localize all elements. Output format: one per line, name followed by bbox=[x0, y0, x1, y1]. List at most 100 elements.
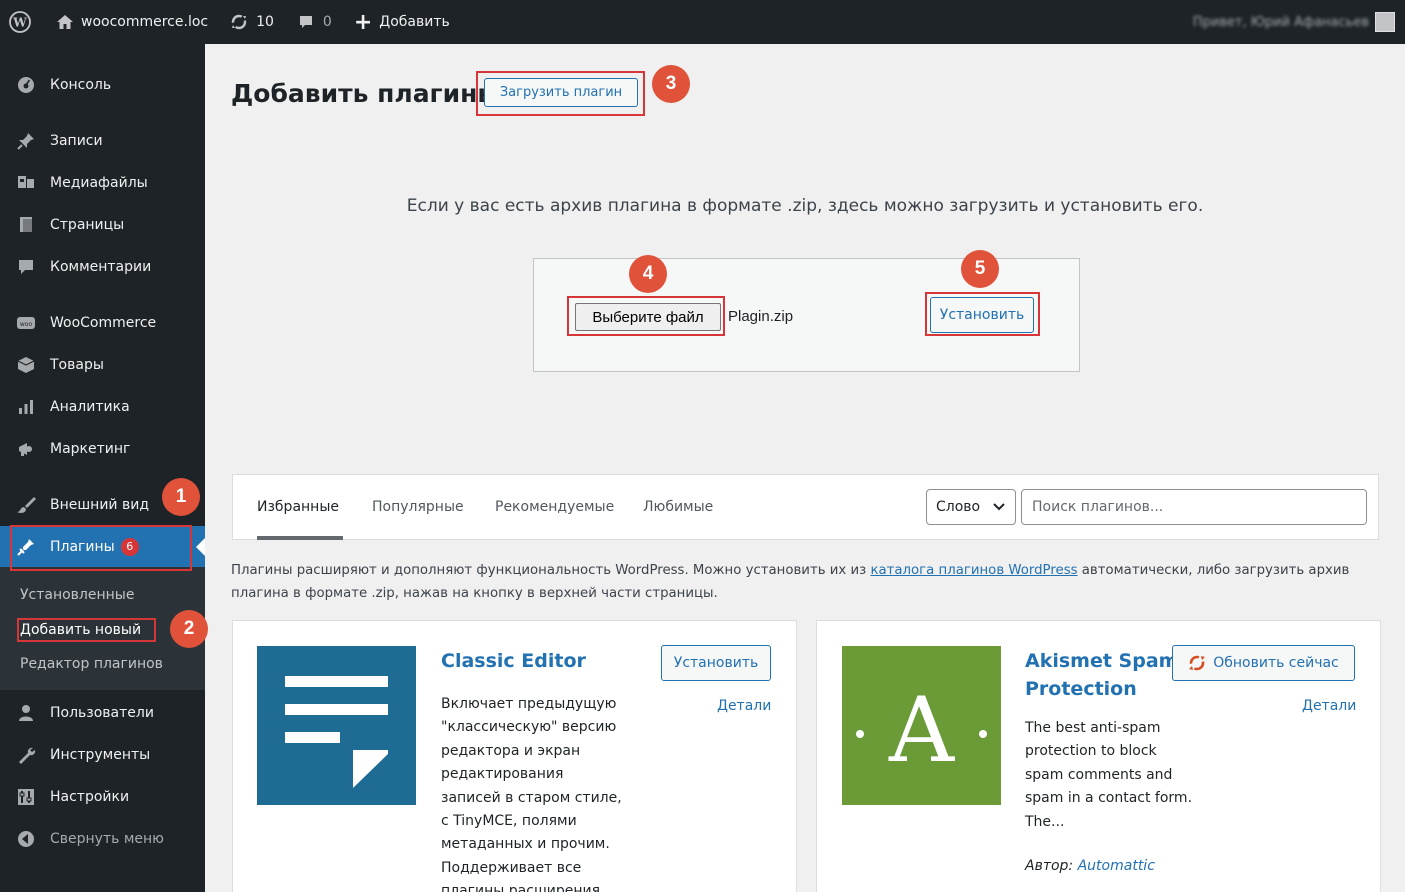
step-marker-3: 3 bbox=[652, 65, 690, 103]
sidebar-item-marketing[interactable]: Маркетинг bbox=[0, 428, 205, 470]
update-now-button[interactable]: Обновить сейчас bbox=[1172, 645, 1355, 681]
upload-description: Если у вас есть архив плагина в формате … bbox=[406, 196, 1204, 216]
sidebar-item-label: Консоль bbox=[50, 77, 112, 93]
sidebar-item-label: Записи bbox=[50, 133, 103, 149]
update-now-label: Обновить сейчас bbox=[1213, 655, 1339, 671]
sidebar-item-dashboard[interactable]: Консоль bbox=[0, 64, 205, 106]
plugin-title[interactable]: Akismet Spam Protection bbox=[1025, 647, 1178, 703]
step-marker-4: 4 bbox=[629, 255, 667, 293]
description-line: protection to block bbox=[1025, 743, 1157, 760]
plugin-card-classic-editor: Classic Editor Установить Детали Включае… bbox=[232, 620, 797, 892]
sidebar-item-label: Маркетинг bbox=[50, 441, 131, 457]
updates-count: 10 bbox=[256, 14, 274, 30]
sidebar-item-products[interactable]: Товары bbox=[0, 344, 205, 386]
sidebar-item-label: Медиафайлы bbox=[50, 175, 148, 191]
description-line: метаданных и прочим. bbox=[441, 836, 610, 853]
plugin-title[interactable]: Classic Editor bbox=[441, 647, 586, 675]
sidebar-item-tools[interactable]: Инструменты bbox=[0, 734, 205, 776]
sidebar-item-label: Страницы bbox=[50, 217, 125, 233]
classic-editor-thumbnail-icon[interactable] bbox=[257, 646, 416, 805]
sidebar-item-label: WooCommerce bbox=[50, 315, 157, 331]
sidebar-item-label: Товары bbox=[50, 357, 104, 373]
sidebar-collapse-button[interactable]: Свернуть меню bbox=[0, 818, 205, 860]
submenu-item-installed[interactable]: Установленные bbox=[20, 587, 134, 603]
sidebar-item-users[interactable]: Пользователи bbox=[0, 692, 205, 734]
description-line: Поддерживает все bbox=[441, 859, 582, 876]
svg-text:woo: woo bbox=[20, 321, 33, 328]
plugin-filter-bar: Избранные Популярные Рекомендуемые Любим… bbox=[232, 474, 1379, 540]
sidebar-item-media[interactable]: Медиафайлы bbox=[0, 162, 205, 204]
chevron-down-icon bbox=[992, 499, 1006, 517]
account-menu[interactable]: Привет, Юрий Афанасьев bbox=[1193, 0, 1395, 44]
users-icon bbox=[16, 703, 36, 723]
highlight-install bbox=[925, 292, 1040, 336]
search-type-select[interactable]: Слово bbox=[926, 489, 1016, 525]
analytics-icon bbox=[16, 397, 36, 417]
plugin-title-line: Protection bbox=[1025, 678, 1137, 700]
plugin-directory-link[interactable]: каталога плагинов WordPress bbox=[870, 563, 1077, 578]
step-marker-1: 1 bbox=[162, 478, 200, 516]
site-name-link[interactable]: woocommerce.loc bbox=[56, 0, 208, 44]
comment-icon bbox=[16, 257, 36, 277]
sidebar-item-woocommerce[interactable]: woo WooCommerce bbox=[0, 302, 205, 344]
sidebar-item-label: Аналитика bbox=[50, 399, 130, 415]
intro-text-start: Плагины расширяют и дополняют функционал… bbox=[231, 563, 871, 578]
description-line: spam comments and bbox=[1025, 766, 1173, 783]
plugin-card-akismet: A Akismet Spam Protection Обновить сейча… bbox=[816, 620, 1381, 892]
tab-popular[interactable]: Популярные bbox=[372, 499, 464, 515]
plugins-intro-text: Плагины расширяют и дополняют функционал… bbox=[231, 559, 1381, 605]
megaphone-icon bbox=[16, 439, 36, 459]
highlight-plugins-menu bbox=[10, 525, 192, 571]
avatar bbox=[1375, 12, 1395, 32]
tab-favorites[interactable]: Любимые bbox=[643, 499, 713, 515]
greeting: Привет, Юрий Афанасьев bbox=[1192, 14, 1369, 30]
current-menu-arrow bbox=[196, 538, 205, 556]
submenu-item-plugin-editor[interactable]: Редактор плагинов bbox=[20, 656, 163, 672]
tab-recommended[interactable]: Рекомендуемые bbox=[495, 499, 614, 515]
description-line: с TinyMCE, полями bbox=[441, 813, 577, 830]
comment-icon bbox=[298, 14, 314, 30]
plugin-author: Автор: Automattic bbox=[1025, 858, 1155, 874]
updates-link[interactable]: 10 bbox=[230, 0, 274, 44]
plugin-description: Включает предыдущую "классическую" верси… bbox=[441, 693, 622, 892]
page-title: Добавить плагины bbox=[231, 79, 501, 108]
sidebar-item-label: Инструменты bbox=[50, 747, 151, 763]
description-line: "классическую" версию bbox=[441, 719, 617, 736]
new-content-link[interactable]: + Добавить bbox=[354, 0, 450, 44]
brush-icon bbox=[16, 495, 36, 515]
description-line: Включает предыдущую bbox=[441, 696, 617, 712]
step-marker-5: 5 bbox=[961, 250, 999, 288]
site-name: woocommerce.loc bbox=[81, 14, 209, 30]
install-plugin-button[interactable]: Установить bbox=[661, 645, 771, 681]
plugin-details-link[interactable]: Детали bbox=[717, 698, 771, 714]
sidebar-item-pages[interactable]: Страницы bbox=[0, 204, 205, 246]
plugin-details-link[interactable]: Детали bbox=[1302, 698, 1356, 714]
author-link[interactable]: Automattic bbox=[1078, 858, 1155, 874]
pages-icon bbox=[16, 215, 36, 235]
sidebar-item-comments[interactable]: Комментарии bbox=[0, 246, 205, 288]
woo-icon: woo bbox=[16, 313, 36, 333]
sidebar-item-posts[interactable]: Записи bbox=[0, 120, 205, 162]
sidebar-item-settings[interactable]: Настройки bbox=[0, 776, 205, 818]
wordpress-logo-icon[interactable]: W bbox=[0, 0, 40, 44]
media-icon bbox=[16, 173, 36, 193]
tab-featured[interactable]: Избранные bbox=[257, 499, 339, 515]
highlight-upload-plugin bbox=[476, 71, 645, 116]
sidebar-item-analytics[interactable]: Аналитика bbox=[0, 386, 205, 428]
update-icon bbox=[1188, 654, 1206, 672]
comments-link[interactable]: 0 bbox=[298, 0, 332, 44]
search-type-value: Слово bbox=[936, 499, 981, 515]
plugin-search-input[interactable]: Поиск плагинов... bbox=[1021, 489, 1367, 525]
updates-icon bbox=[230, 13, 248, 31]
selected-file-name: Plagin.zip bbox=[728, 308, 794, 325]
sidebar-item-label: Пользователи bbox=[50, 705, 154, 721]
active-tab-indicator bbox=[257, 536, 343, 540]
description-line: записей в старом стиле, bbox=[441, 789, 622, 806]
step-marker-2: 2 bbox=[170, 610, 208, 648]
plus-icon: + bbox=[353, 9, 373, 35]
pin-icon bbox=[16, 131, 36, 151]
description-line: The best anti-spam bbox=[1025, 720, 1161, 736]
settings-icon bbox=[16, 787, 36, 807]
sidebar-item-label: Комментарии bbox=[50, 259, 152, 275]
akismet-thumbnail-icon[interactable]: A bbox=[842, 646, 1001, 805]
